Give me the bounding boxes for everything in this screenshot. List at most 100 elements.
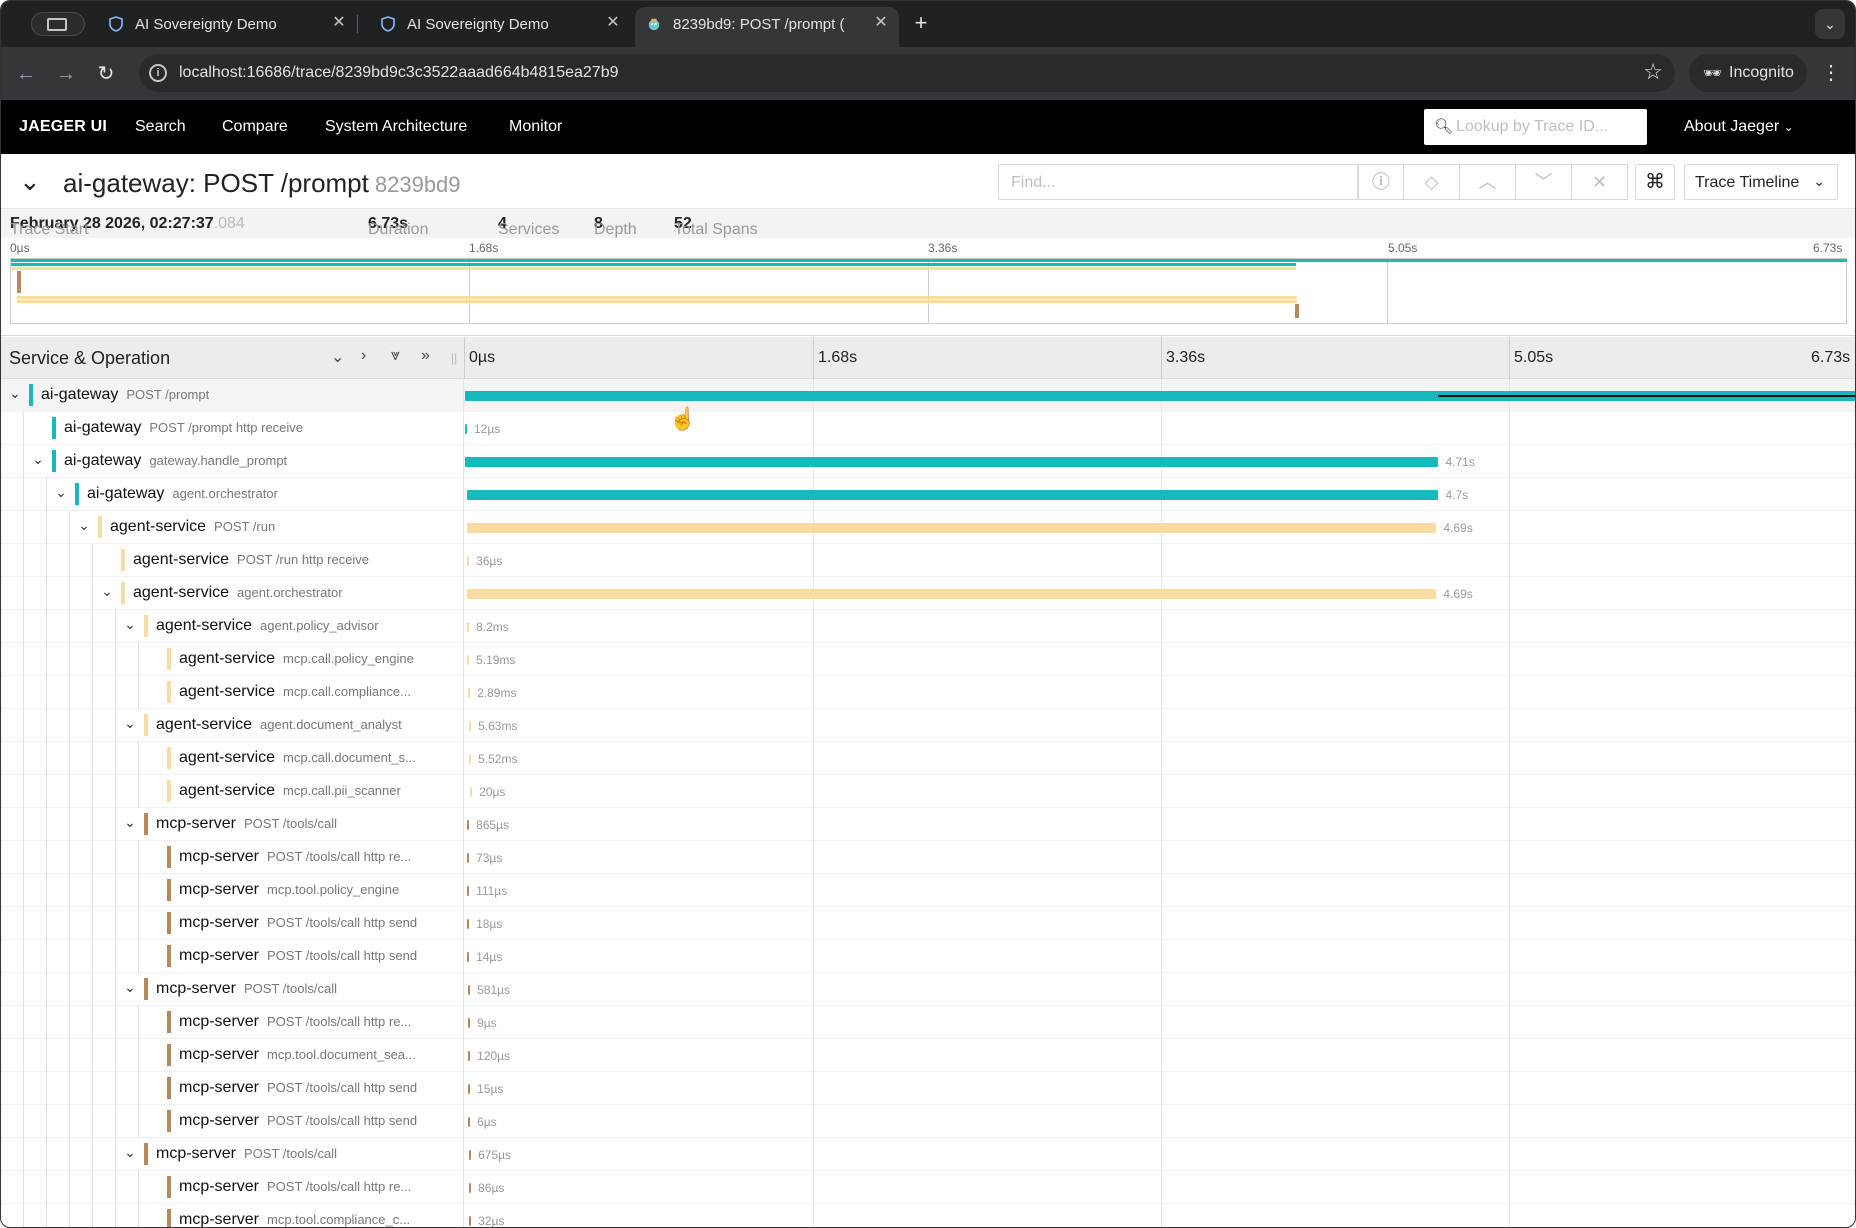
span-name-cell[interactable]: mcp-server POST /tools/call http send <box>1 907 464 940</box>
span-row[interactable]: ⌄ mcp-server POST /tools/call 865µs <box>1 808 1855 841</box>
span-bar[interactable] <box>467 556 470 566</box>
forward-arrow-icon[interactable]: → <box>53 61 79 87</box>
span-name-cell[interactable]: mcp-server POST /tools/call http send <box>1 1105 464 1138</box>
span-label[interactable]: mcp-server POST /tools/call http send <box>179 1112 417 1130</box>
span-label[interactable]: mcp-server POST /tools/call http send <box>179 947 417 965</box>
span-bar[interactable] <box>465 424 467 434</box>
column-divider[interactable] <box>464 337 465 379</box>
clear-search-icon[interactable]: ✕ <box>1572 164 1628 200</box>
span-label[interactable]: mcp-server POST /tools/call <box>156 1145 337 1163</box>
about-jaeger-dropdown[interactable]: About Jaeger ⌄ <box>1684 118 1794 136</box>
span-label[interactable]: mcp-server POST /tools/call http re... <box>179 848 411 866</box>
expand-all-icon[interactable]: » <box>421 347 430 365</box>
span-label[interactable]: agent-service mcp.call.document_s... <box>179 749 416 767</box>
tab-search-button[interactable] <box>31 12 85 36</box>
span-name-cell[interactable]: ⌄ agent-service agent.orchestrator <box>1 577 464 610</box>
prev-result-icon[interactable]: ︿ <box>1460 164 1516 200</box>
span-bar[interactable] <box>468 1117 471 1127</box>
span-bar[interactable] <box>469 1183 472 1193</box>
collapse-chevron-icon[interactable]: ⌄ <box>19 166 41 197</box>
span-row[interactable]: ⌄ mcp-server POST /tools/call 675µs <box>1 1138 1855 1171</box>
span-bar[interactable] <box>467 622 470 632</box>
expand-chevron-icon[interactable]: ⌄ <box>122 979 138 996</box>
close-icon[interactable]: ✕ <box>329 13 349 33</box>
span-name-cell[interactable]: ⌄ ai-gateway agent.orchestrator <box>1 478 464 511</box>
expand-chevron-icon[interactable]: ⌄ <box>122 814 138 831</box>
span-bar[interactable] <box>467 919 470 929</box>
span-label[interactable]: ai-gateway POST /prompt http receive <box>64 419 303 437</box>
span-bar[interactable] <box>469 1150 472 1160</box>
span-name-cell[interactable]: ⌄ agent-service POST /run <box>1 511 464 544</box>
span-row[interactable]: mcp-server POST /tools/call http re... 86µ… <box>1 1171 1855 1204</box>
span-row[interactable]: agent-service POST /run http receive 36µs <box>1 544 1855 577</box>
nav-search[interactable]: Search <box>135 118 186 136</box>
span-name-cell[interactable]: ai-gateway POST /prompt http receive <box>1 412 464 445</box>
span-bar[interactable] <box>470 787 473 797</box>
span-label[interactable]: mcp-server mcp.tool.document_sea... <box>179 1046 416 1064</box>
tab-jaeger-trace[interactable]: 8239bd9: POST /prompt ( ✕ <box>635 7 899 47</box>
span-name-cell[interactable]: agent-service mcp.call.document_s... <box>1 742 464 775</box>
span-bar[interactable] <box>467 523 1437 533</box>
span-bar[interactable] <box>465 457 1439 467</box>
close-icon[interactable]: ✕ <box>603 13 623 33</box>
span-label[interactable]: mcp-server POST /tools/call <box>156 980 337 998</box>
span-name-cell[interactable]: ⌄ mcp-server POST /tools/call <box>1 973 464 1006</box>
reload-icon[interactable]: ↻ <box>93 61 119 87</box>
new-tab-button[interactable]: + <box>909 11 933 35</box>
span-label[interactable]: ai-gateway gateway.handle_prompt <box>64 452 287 470</box>
span-bar[interactable] <box>467 952 470 962</box>
span-name-cell[interactable]: agent-service mcp.call.pii_scanner <box>1 775 464 808</box>
url-text[interactable]: localhost:16686/trace/8239bd9c3c3522aaad… <box>179 64 619 82</box>
resize-handle-icon[interactable]: || <box>451 351 457 365</box>
span-label[interactable]: mcp-server POST /tools/call http re... <box>179 1178 411 1196</box>
span-bar[interactable] <box>468 1051 471 1061</box>
span-row[interactable]: agent-service mcp.call.pii_scanner 20µs <box>1 775 1855 808</box>
tab-ai-sovereignty-1[interactable]: AI Sovereignty Demo ✕ <box>97 7 358 41</box>
span-name-cell[interactable]: mcp-server POST /tools/call http re... <box>1 1171 464 1204</box>
span-label[interactable]: agent-service mcp.call.pii_scanner <box>179 782 401 800</box>
span-row[interactable]: ⌄ ai-gateway POST /prompt <box>1 379 1855 412</box>
view-selector[interactable]: Trace Timeline ⌄ <box>1684 164 1838 200</box>
span-row[interactable]: ⌄ mcp-server POST /tools/call 581µs <box>1 973 1855 1006</box>
expand-one-icon[interactable]: › <box>361 347 366 365</box>
span-name-cell[interactable]: mcp-server POST /tools/call http re... <box>1 841 464 874</box>
span-bar[interactable] <box>469 754 472 764</box>
span-name-cell[interactable]: mcp-server POST /tools/call http send <box>1 940 464 973</box>
help-icon[interactable]: ⓘ <box>1358 164 1404 200</box>
tab-list-button[interactable]: ⌄ <box>1815 9 1845 39</box>
browser-menu-icon[interactable]: ⋮ <box>1821 61 1841 85</box>
expand-chevron-icon[interactable]: ⌄ <box>122 715 138 732</box>
expand-chevron-icon[interactable]: ⌄ <box>53 484 69 501</box>
collapse-all-icon[interactable]: ⩔ <box>391 347 400 365</box>
span-row[interactable]: mcp-server POST /tools/call http send 18µs <box>1 907 1855 940</box>
span-name-cell[interactable]: ⌄ ai-gateway gateway.handle_prompt <box>1 445 464 478</box>
bookmark-star-icon[interactable]: ☆ <box>1643 61 1663 83</box>
span-name-cell[interactable]: agent-service mcp.call.policy_engine <box>1 643 464 676</box>
expand-chevron-icon[interactable]: ⌄ <box>122 616 138 633</box>
back-arrow-icon[interactable]: ← <box>13 61 39 87</box>
span-row[interactable]: agent-service mcp.call.policy_engine 5.19m… <box>1 643 1855 676</box>
span-label[interactable]: mcp-server mcp.tool.policy_engine <box>179 881 399 899</box>
span-label[interactable]: mcp-server POST /tools/call http re... <box>179 1013 411 1031</box>
span-label[interactable]: ai-gateway POST /prompt <box>41 386 209 404</box>
span-name-cell[interactable]: mcp-server mcp.tool.policy_engine <box>1 874 464 907</box>
span-name-cell[interactable]: ⌄ agent-service agent.document_analyst <box>1 709 464 742</box>
span-name-cell[interactable]: mcp-server POST /tools/call http re... <box>1 1006 464 1039</box>
close-icon[interactable]: ✕ <box>871 13 891 33</box>
span-label[interactable]: agent-service agent.policy_advisor <box>156 617 379 635</box>
trace-minimap[interactable]: 0µs 1.68s 3.36s 5.05s 6.73s <box>1 238 1855 336</box>
span-label[interactable]: mcp-server POST /tools/call http send <box>179 914 417 932</box>
span-row[interactable]: mcp-server mcp.tool.document_sea... 120µs <box>1 1039 1855 1072</box>
next-result-icon[interactable]: ﹀ <box>1516 164 1572 200</box>
span-name-cell[interactable]: agent-service mcp.call.compliance... <box>1 676 464 709</box>
expand-chevron-icon[interactable]: ⌄ <box>30 451 46 468</box>
trace-id-lookup-input[interactable]: 🔍︎ Lookup by Trace ID... <box>1424 109 1647 145</box>
span-bar[interactable] <box>467 853 470 863</box>
span-row[interactable]: ⌄ agent-service agent.orchestrator 4.69s <box>1 577 1855 610</box>
nav-system-architecture[interactable]: System Architecture <box>325 118 467 136</box>
span-bar[interactable] <box>467 820 470 830</box>
span-label[interactable]: agent-service POST /run <box>110 518 275 536</box>
uiview-diamond-icon[interactable]: ◇ <box>1404 164 1460 200</box>
span-label[interactable]: mcp-server POST /tools/call http send <box>179 1079 417 1097</box>
span-name-cell[interactable]: agent-service POST /run http receive <box>1 544 464 577</box>
